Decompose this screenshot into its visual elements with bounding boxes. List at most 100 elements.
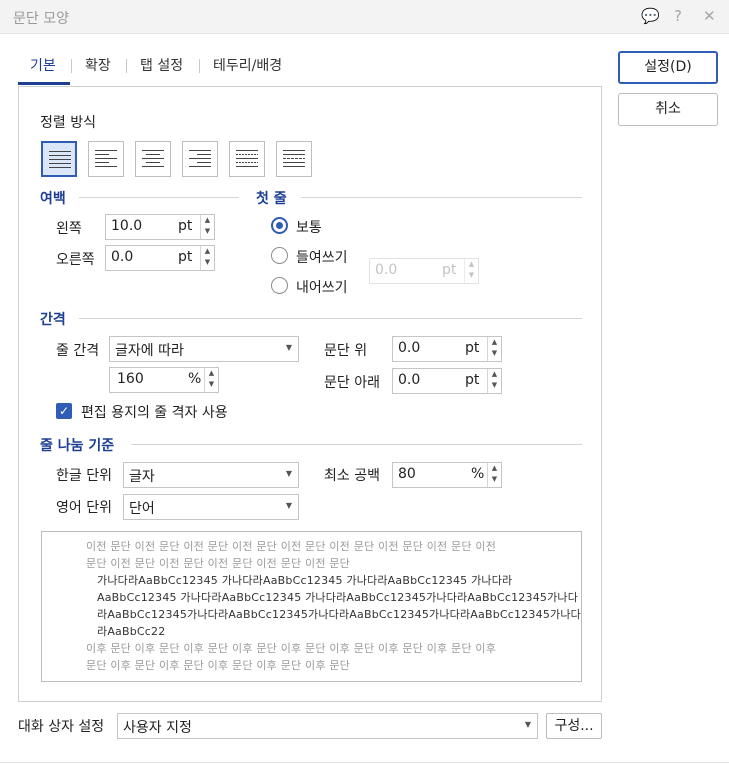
- first-line-value-spinner: 0.0 pt ▲ ▼: [369, 258, 479, 284]
- min-space-spinner[interactable]: 80 % ▲ ▼: [392, 462, 502, 488]
- tab-tab-settings[interactable]: 탭 설정: [140, 55, 183, 75]
- margin-right-spinner[interactable]: 0.0 pt ▲ ▼: [105, 245, 215, 271]
- spin-arrows-icon[interactable]: ▲ ▼: [204, 368, 218, 392]
- line-break-title: 줄 나눔 기준: [40, 438, 115, 454]
- preview-current-line: 라AaBbCc12345가나다라AaBbCc12345가나다라AaBbCc123…: [97, 608, 581, 621]
- margin-right-value: 0.0: [111, 249, 134, 265]
- dropdown-arrow-icon: ▼: [285, 469, 292, 478]
- tab-divider: [126, 59, 127, 73]
- tab-bar: 기본 확장 탭 설정 테두리/배경: [18, 52, 602, 88]
- first-line-value: 0.0: [375, 262, 398, 278]
- comment-icon[interactable]: 💬: [641, 7, 660, 25]
- preview-current-line: AaBbCc12345 가나다라AaBbCc12345 가나다라AaBbCc12…: [97, 591, 579, 604]
- line-grid-label[interactable]: 편집 용지의 줄 격자 사용: [81, 402, 228, 422]
- first-line-divider: [301, 197, 582, 198]
- preview-next-line: 문단 이후 문단 이후 문단 이후 문단 이후 문단 이후 문단: [86, 659, 351, 672]
- align-right-button[interactable]: [182, 141, 218, 177]
- first-line-normal-label[interactable]: 보통: [296, 217, 322, 237]
- preview-previous-line: 문단 이전 문단 이전 문단 이전 문단 이전 문단 이전 문단: [86, 557, 351, 570]
- alignment-buttons: [41, 141, 321, 177]
- korean-unit-select[interactable]: 글자 ▼: [123, 462, 299, 488]
- spin-arrows-icon[interactable]: ▲ ▼: [200, 215, 214, 239]
- margins-divider: [79, 197, 239, 198]
- close-icon[interactable]: ✕: [703, 7, 716, 25]
- dropdown-arrow-icon: ▼: [524, 720, 531, 729]
- ok-button[interactable]: 설정(D): [618, 51, 718, 84]
- align-divide-button[interactable]: [276, 141, 312, 177]
- config-button[interactable]: 구성...: [546, 713, 602, 739]
- space-above-value: 0.0: [398, 340, 421, 356]
- preview-current-line: 가나다라AaBbCc12345 가나다라AaBbCc12345 가나다라AaBb…: [97, 574, 513, 587]
- spin-arrows-icon[interactable]: ▲ ▼: [487, 463, 501, 487]
- english-unit-select[interactable]: 단어 ▼: [123, 494, 299, 520]
- first-line-outdent-label[interactable]: 내어쓰기: [296, 277, 348, 297]
- spacing-title: 간격: [40, 312, 66, 328]
- line-spacing-mode-select[interactable]: 글자에 따라 ▼: [109, 336, 299, 362]
- line-break-divider: [131, 444, 582, 445]
- english-unit-label: 영어 단위: [56, 500, 112, 516]
- min-space-label: 최소 공백: [324, 468, 380, 484]
- dialog-settings-select[interactable]: 사용자 지정 ▼: [117, 713, 538, 739]
- tab-divider: [199, 59, 200, 73]
- space-below-unit: pt: [465, 372, 480, 388]
- spin-arrows-icon[interactable]: ▲ ▼: [200, 246, 214, 270]
- line-spacing-unit: %: [188, 371, 202, 387]
- spin-arrows-icon[interactable]: ▲ ▼: [487, 337, 501, 361]
- cancel-button[interactable]: 취소: [618, 93, 718, 126]
- line-spacing-label: 줄 간격: [56, 343, 100, 359]
- paragraph-preview: 이전 문단 이전 문단 이전 문단 이전 문단 이전 문단 이전 문단 이전 문…: [41, 531, 582, 682]
- min-space-value: 80: [398, 466, 416, 482]
- preview-previous-line: 이전 문단 이전 문단 이전 문단 이전 문단 이전 문단 이전 문단 이전 문…: [86, 540, 497, 553]
- dropdown-arrow-icon: ▼: [285, 343, 292, 352]
- first-line-unit: pt: [442, 262, 457, 278]
- align-left-button[interactable]: [88, 141, 124, 177]
- dropdown-arrow-icon: ▼: [285, 501, 292, 510]
- line-spacing-value-spinner[interactable]: 160 % ▲ ▼: [109, 367, 219, 393]
- korean-unit-label: 한글 단위: [56, 468, 112, 484]
- margin-left-spinner[interactable]: 10.0 pt ▲ ▼: [105, 214, 215, 240]
- bottom-divider: [0, 762, 729, 763]
- basic-tab-panel: 정렬 방식 여백 왼쪽 10.0 pt ▲ ▼ 오른쪽 0.0 pt ▲ ▼ 첫…: [18, 86, 602, 702]
- spin-arrows-icon[interactable]: ▲ ▼: [487, 369, 501, 393]
- tab-extended[interactable]: 확장: [85, 55, 111, 75]
- space-above-unit: pt: [465, 340, 480, 356]
- first-line-title: 첫 줄: [256, 191, 287, 207]
- alignment-label: 정렬 방식: [40, 115, 96, 131]
- align-left-icon: [95, 150, 117, 167]
- line-spacing-value: 160: [117, 371, 144, 387]
- line-spacing-mode-value: 글자에 따라: [115, 343, 184, 359]
- window-title: 문단 모양: [13, 11, 69, 27]
- margins-title: 여백: [40, 191, 66, 207]
- margin-right-label: 오른쪽: [56, 252, 95, 268]
- align-distribute-button[interactable]: [229, 141, 265, 177]
- align-justify-button[interactable]: [41, 141, 77, 177]
- margin-right-unit: pt: [178, 249, 193, 265]
- space-below-value: 0.0: [398, 372, 421, 388]
- title-bar: 문단 모양 💬 ? ✕: [0, 0, 729, 34]
- tab-divider: [71, 59, 72, 73]
- first-line-indent-radio[interactable]: [271, 247, 288, 264]
- first-line-normal-radio[interactable]: [271, 217, 288, 234]
- min-space-unit: %: [471, 466, 485, 482]
- line-grid-checkbox[interactable]: ✓: [56, 403, 72, 419]
- help-icon[interactable]: ?: [674, 7, 682, 25]
- dialog-settings-value: 사용자 지정: [123, 720, 192, 736]
- align-distribute-icon: [236, 150, 258, 167]
- margin-left-value: 10.0: [111, 218, 143, 234]
- first-line-indent-label[interactable]: 들여쓰기: [296, 247, 348, 267]
- korean-unit-value: 글자: [129, 469, 155, 485]
- space-below-spinner[interactable]: 0.0 pt ▲ ▼: [392, 368, 502, 394]
- preview-next-line: 이후 문단 이후 문단 이후 문단 이후 문단 이후 문단 이후 문단 이후 문…: [86, 642, 497, 655]
- english-unit-value: 단어: [129, 501, 155, 517]
- align-right-icon: [189, 150, 211, 167]
- align-divide-icon: [283, 150, 305, 167]
- first-line-outdent-radio[interactable]: [271, 277, 288, 294]
- space-above-label: 문단 위: [324, 343, 368, 359]
- space-below-label: 문단 아래: [324, 375, 380, 391]
- margin-left-label: 왼쪽: [56, 221, 82, 237]
- space-above-spinner[interactable]: 0.0 pt ▲ ▼: [392, 336, 502, 362]
- tab-border-background[interactable]: 테두리/배경: [213, 55, 282, 75]
- align-center-button[interactable]: [135, 141, 171, 177]
- tab-basic[interactable]: 기본: [30, 55, 56, 75]
- spin-arrows-icon: ▲ ▼: [464, 259, 478, 283]
